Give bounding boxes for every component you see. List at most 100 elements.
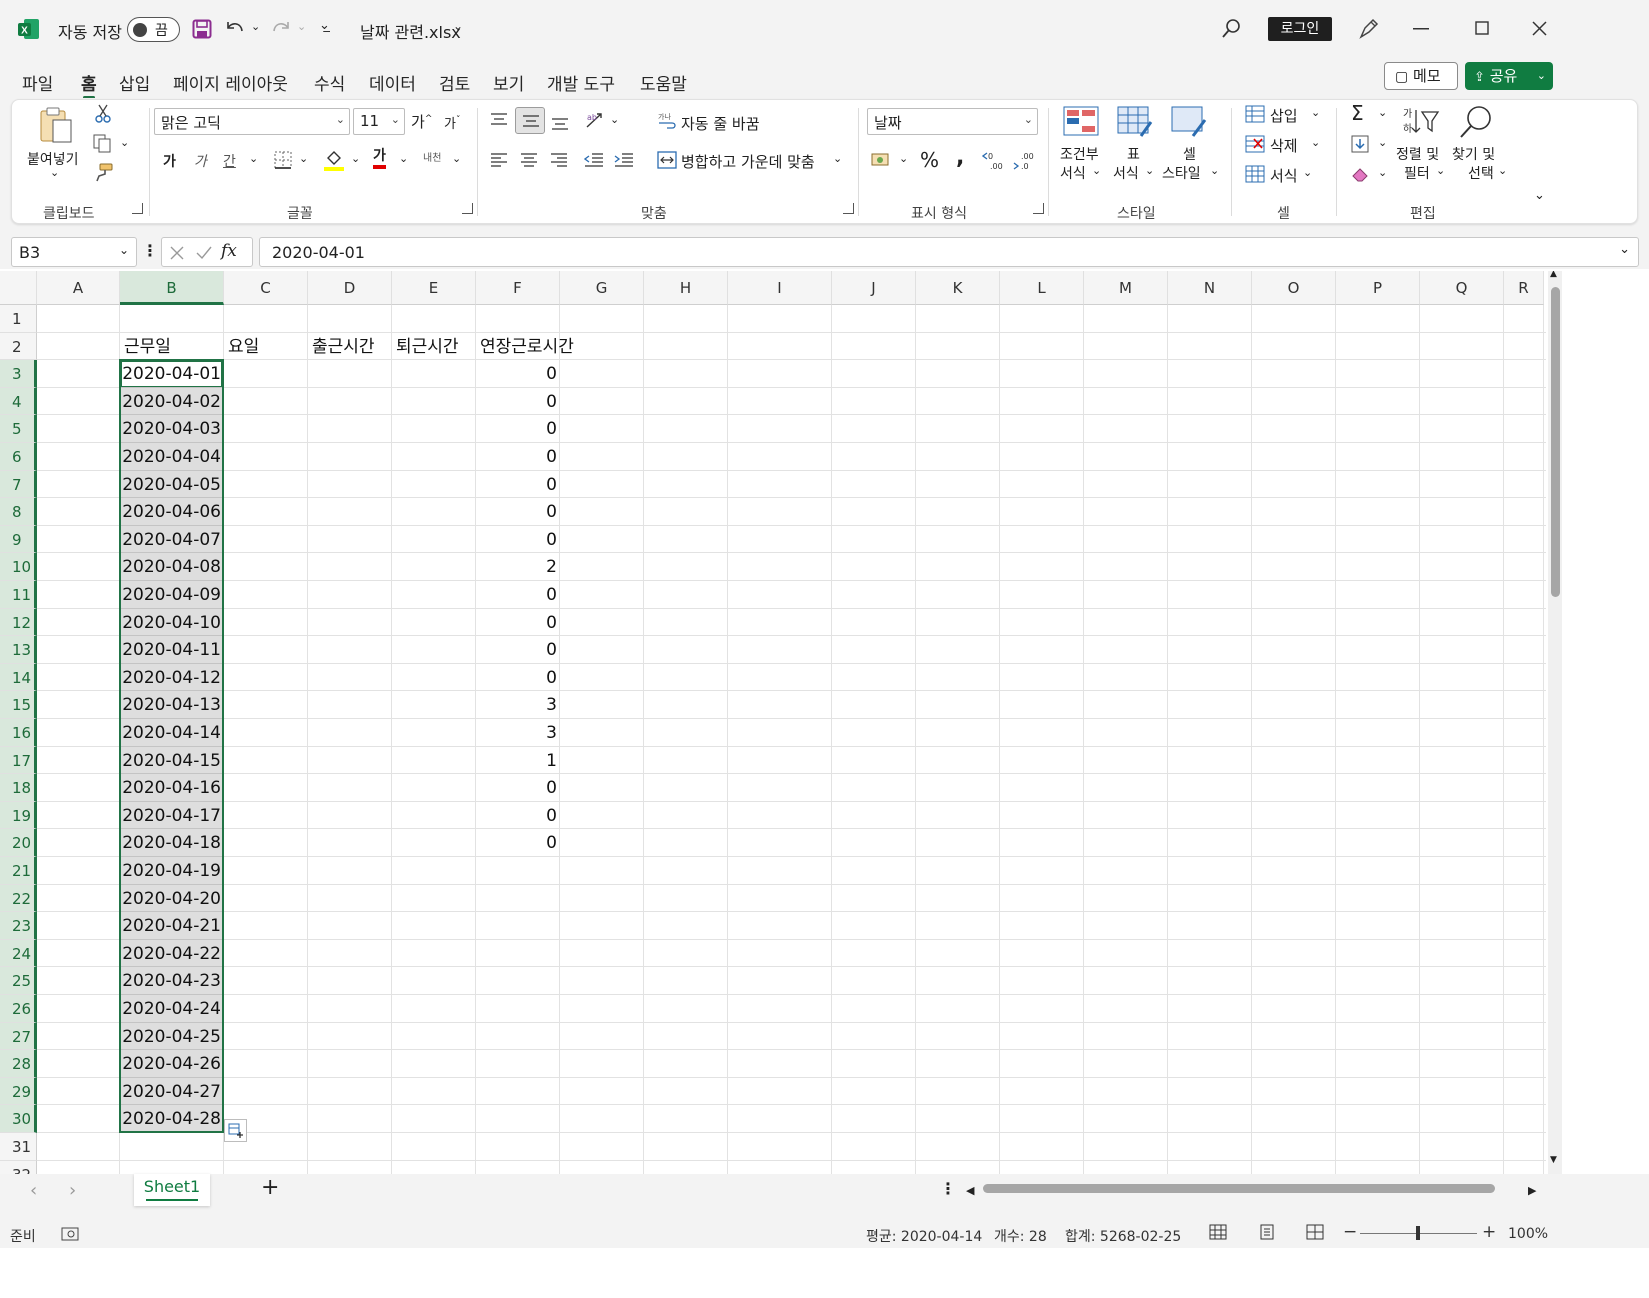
column-header-p[interactable]: P — [1336, 271, 1420, 305]
row-header-21[interactable]: 21 — [0, 857, 37, 885]
cell-styles-button[interactable]: 셀 스타일 ⌄ — [1159, 104, 1221, 184]
tab-formulas[interactable]: 수식 — [314, 70, 345, 95]
row-header-9[interactable]: 9 — [0, 525, 37, 554]
more-options-icon[interactable]: ⋮ — [142, 241, 158, 260]
row-header-16[interactable]: 16 — [0, 719, 37, 747]
overtime-cell[interactable]: 0 — [476, 471, 560, 500]
tab-insert[interactable]: 삽입 — [119, 70, 150, 95]
underline-button[interactable]: 간 — [223, 151, 236, 171]
date-cell[interactable]: 2020-04-20 — [120, 885, 224, 914]
font-color-button[interactable]: 가 — [373, 147, 386, 169]
merge-center-label[interactable]: 병합하고 가운데 맞춤 — [681, 151, 815, 172]
percent-button[interactable]: % — [920, 148, 939, 172]
phonetic-chevron-icon[interactable]: ⌄ — [452, 152, 461, 165]
date-cell[interactable]: 2020-04-07 — [120, 526, 224, 555]
column-header-l[interactable]: L — [1000, 271, 1084, 305]
zoom-level[interactable]: 100% — [1508, 1226, 1548, 1242]
column-header-j[interactable]: J — [832, 271, 916, 305]
borders-chevron-icon[interactable]: ⌄ — [299, 152, 308, 165]
merge-chevron-icon[interactable]: ⌄ — [833, 152, 842, 165]
zoom-in-icon[interactable]: + — [1482, 1222, 1496, 1242]
overtime-cell[interactable]: 3 — [476, 719, 560, 748]
zoom-slider-thumb[interactable] — [1416, 1226, 1420, 1240]
row-header-8[interactable]: 8 — [0, 498, 37, 526]
number-format-dropdown[interactable]: 날짜 ⌄ — [867, 108, 1038, 135]
clear-chevron-icon[interactable]: ⌄ — [1378, 166, 1387, 179]
column-header-r[interactable]: R — [1504, 271, 1544, 305]
date-cell[interactable]: 2020-04-22 — [120, 940, 224, 969]
copy-icon[interactable] — [92, 133, 112, 153]
next-sheet-icon[interactable]: › — [69, 1180, 76, 1201]
overtime-cell[interactable]: 0 — [476, 388, 560, 417]
share-button[interactable]: ⇪ 공유 ⌄ — [1465, 62, 1553, 90]
overtime-cell[interactable]: 0 — [476, 526, 560, 555]
insert-cells-label[interactable]: 삽입 — [1270, 105, 1298, 126]
sum-status[interactable]: 합계: 5268-02-25 — [1065, 1226, 1181, 1246]
cell-e2[interactable]: 퇴근시간 — [392, 333, 459, 362]
fill-color-icon[interactable] — [323, 148, 345, 172]
overtime-cell[interactable]: 0 — [476, 415, 560, 444]
date-cell[interactable]: 2020-04-04 — [120, 443, 224, 472]
zoom-out-icon[interactable]: − — [1343, 1222, 1357, 1242]
overtime-cell[interactable]: 0 — [476, 636, 560, 665]
date-cell[interactable]: 2020-04-16 — [120, 774, 224, 803]
overtime-cell[interactable]: 0 — [476, 581, 560, 610]
date-cell[interactable]: 2020-04-15 — [120, 747, 224, 776]
alignment-launcher-icon[interactable] — [843, 203, 854, 214]
column-header-m[interactable]: M — [1084, 271, 1168, 305]
format-as-table-button[interactable]: 표 서식 ⌄ — [1109, 104, 1159, 184]
date-cell[interactable]: 2020-04-12 — [120, 664, 224, 693]
column-header-g[interactable]: G — [560, 271, 644, 305]
copy-chevron-icon[interactable]: ⌄ — [120, 136, 129, 149]
memo-button[interactable]: ▢ 메모 — [1384, 62, 1458, 90]
worksheet-grid[interactable]: ABCDEFGHIJKLMNOPQR 1 2 3 4 5 6 7 8 9 10 11 12 13 14 15… — [0, 271, 1649, 1226]
column-header-b[interactable]: B — [120, 271, 224, 305]
row-header-19[interactable]: 19 — [0, 801, 37, 830]
column-header-n[interactable]: N — [1168, 271, 1252, 305]
cut-icon[interactable] — [94, 104, 112, 124]
row-header-30[interactable]: 30 — [0, 1105, 37, 1133]
hscroll-right-icon[interactable]: ▶ — [1528, 1184, 1536, 1197]
row-header-26[interactable]: 26 — [0, 995, 37, 1023]
page-layout-view-icon[interactable] — [1258, 1224, 1276, 1240]
wrap-text-label[interactable]: 자동 줄 바꿈 — [681, 113, 760, 134]
tab-home[interactable]: 홈 — [81, 70, 97, 99]
row-header-23[interactable]: 23 — [0, 912, 37, 940]
sheet-options-icon[interactable]: ⋮ — [940, 1179, 956, 1198]
average-status[interactable]: 평균: 2020-04-14 — [866, 1226, 982, 1246]
date-cell[interactable]: 2020-04-25 — [120, 1023, 224, 1052]
column-header-q[interactable]: Q — [1420, 271, 1504, 305]
overtime-cell[interactable]: 0 — [476, 360, 560, 389]
cell-f2[interactable]: 연장근로시간 — [476, 333, 574, 362]
row-header-5[interactable]: 5 — [0, 415, 37, 443]
clear-icon[interactable] — [1351, 165, 1371, 183]
add-sheet-icon[interactable]: + — [261, 1175, 279, 1200]
close-icon[interactable] — [1532, 21, 1547, 36]
cell-d2[interactable]: 출근시간 — [308, 333, 375, 362]
date-cell[interactable]: 2020-04-10 — [120, 609, 224, 638]
clipboard-launcher-icon[interactable] — [132, 203, 143, 214]
grow-font-button[interactable]: 가^ — [411, 111, 432, 132]
overtime-cell[interactable]: 0 — [476, 443, 560, 472]
row-header-24[interactable]: 24 — [0, 939, 37, 968]
customize-quick-access-icon[interactable]: ⌄̲ — [319, 18, 330, 33]
date-cell[interactable]: 2020-04-09 — [120, 581, 224, 610]
tab-page-layout[interactable]: 페이지 레이아웃 — [173, 70, 288, 95]
format-chevron-icon[interactable]: ⌄ — [1303, 166, 1312, 179]
save-icon[interactable] — [192, 19, 212, 39]
delete-cells-label[interactable]: 삭제 — [1270, 135, 1298, 156]
row-header-20[interactable]: 20 — [0, 829, 37, 857]
increase-indent-icon[interactable] — [614, 152, 634, 168]
row-header-17[interactable]: 17 — [0, 746, 37, 775]
date-cell[interactable]: 2020-04-03 — [120, 415, 224, 444]
row-header-3[interactable]: 3 — [0, 360, 37, 388]
date-cell[interactable]: 2020-04-02 — [120, 388, 224, 417]
column-header-i[interactable]: I — [728, 271, 832, 305]
row-header-1[interactable]: 1 — [0, 305, 37, 333]
date-cell[interactable]: 2020-04-27 — [120, 1078, 224, 1107]
tab-data[interactable]: 데이터 — [369, 70, 416, 95]
date-cell[interactable]: 2020-04-17 — [120, 802, 224, 831]
date-cell[interactable]: 2020-04-26 — [120, 1050, 224, 1079]
horizontal-scroll-thumb[interactable] — [983, 1184, 1495, 1193]
comma-button[interactable]: , — [956, 145, 964, 170]
